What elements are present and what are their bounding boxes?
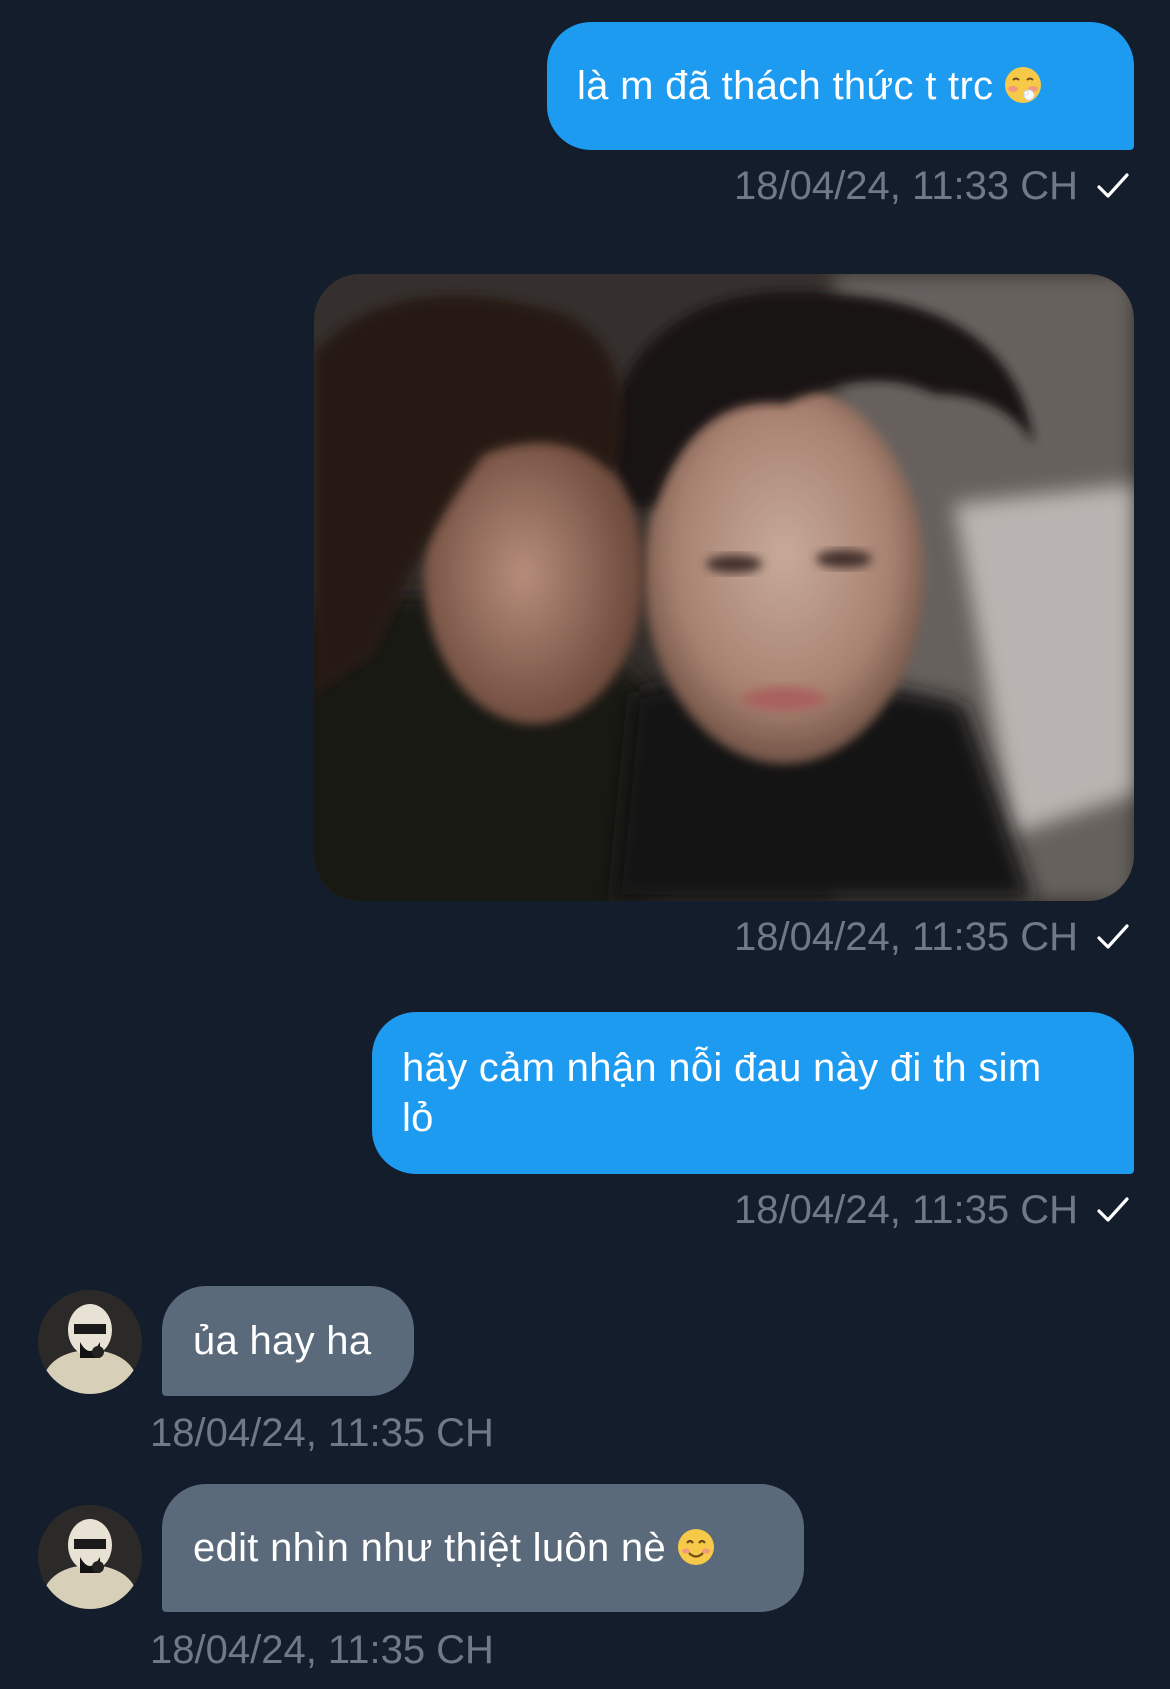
outgoing-message-bubble[interactable]: là m đã thách thức t trc xyxy=(547,22,1134,150)
outgoing-message-bubble[interactable]: hãy cảm nhận nỗi đau này đi th sim lỏ xyxy=(372,1012,1134,1174)
message-timestamp: 18/04/24, 11:33 CH xyxy=(734,164,1078,208)
message-text: ủa hay ha xyxy=(193,1319,372,1363)
flushed-face-emoji xyxy=(1005,67,1042,103)
message-meta: 18/04/24, 11:33 CH xyxy=(734,163,1130,209)
message-timestamp: 18/04/24, 11:35 CH xyxy=(734,1188,1078,1232)
contact-avatar[interactable] xyxy=(38,1290,142,1394)
photo-content xyxy=(314,274,1134,901)
message-text-line: lỏ xyxy=(402,1096,434,1140)
message-text: là m đã thách thức t trc xyxy=(577,64,994,108)
message-timestamp: 18/04/24, 11:35 CH xyxy=(150,1628,494,1672)
message-meta: 18/04/24, 11:35 CH xyxy=(734,1187,1130,1233)
shared-photo[interactable] xyxy=(314,274,1134,901)
sent-check-icon xyxy=(1097,173,1129,198)
incoming-message-bubble[interactable]: ủa hay ha xyxy=(162,1286,414,1396)
sent-check-icon xyxy=(1097,924,1129,949)
avatar-image xyxy=(38,1290,142,1394)
smiling-face-emoji xyxy=(678,1529,715,1565)
message-text-line: hãy cảm nhận nỗi đau này đi th sim xyxy=(402,1046,1042,1090)
message-timestamp: 18/04/24, 11:35 CH xyxy=(150,1411,494,1455)
message-text: edit nhìn như thiệt luôn nè xyxy=(193,1526,667,1570)
contact-avatar[interactable] xyxy=(38,1505,142,1609)
chat-thread: là m đã thách thức t trc 18/04/24, 11:33… xyxy=(0,0,1170,1689)
message-meta: 18/04/24, 11:35 CH xyxy=(734,914,1130,960)
sent-check-icon xyxy=(1097,1197,1129,1222)
message-timestamp: 18/04/24, 11:35 CH xyxy=(734,915,1078,959)
incoming-message-bubble[interactable]: edit nhìn như thiệt luôn nè xyxy=(162,1484,804,1612)
avatar-image xyxy=(38,1505,142,1609)
